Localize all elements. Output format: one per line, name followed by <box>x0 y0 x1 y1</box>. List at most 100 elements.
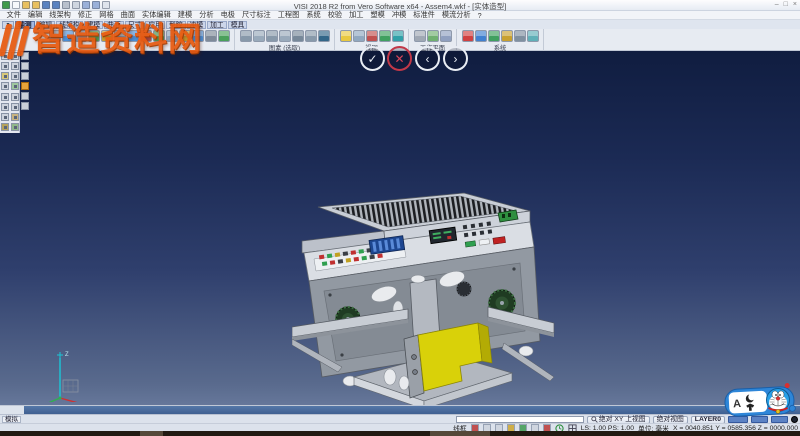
tab-surface[interactable]: 曲面 <box>104 21 124 29</box>
menu-item-surface[interactable]: 曲面 <box>117 10 138 20</box>
left-tool-icon[interactable] <box>11 72 19 80</box>
side-tab[interactable] <box>21 52 29 60</box>
ribbon-icon[interactable] <box>414 30 426 42</box>
menu-item-mould[interactable]: 塑模 <box>367 10 388 20</box>
tab-dropdown-button[interactable]: ▾ <box>2 21 14 29</box>
menu-item-mesh[interactable]: 网格 <box>96 10 117 20</box>
left-tool-icon[interactable] <box>1 52 9 60</box>
tab-axonometric[interactable]: 轴测 <box>15 21 35 29</box>
ribbon-icon[interactable] <box>353 30 365 42</box>
tab-modeling[interactable]: 建模 <box>84 21 104 29</box>
simulation-tab[interactable]: 模拟 <box>2 416 21 423</box>
left-tool-icon[interactable] <box>1 123 9 131</box>
left-tool-icon[interactable] <box>11 62 19 70</box>
ribbon-icon[interactable] <box>392 30 404 42</box>
tab-mold[interactable]: 模具 <box>228 21 248 29</box>
side-tab[interactable] <box>21 102 29 110</box>
viewport-3d[interactable]: Z A <box>0 51 800 405</box>
left-tool-icon[interactable] <box>11 93 19 101</box>
menu-item-electrode[interactable]: 电极 <box>217 10 238 20</box>
ribbon-icon[interactable] <box>366 30 378 42</box>
ribbon-icon[interactable] <box>192 30 204 42</box>
tab-cavity[interactable]: 型腔 <box>166 21 186 29</box>
menu-item-modify[interactable]: 修正 <box>74 10 95 20</box>
ribbon-icon[interactable] <box>88 30 100 42</box>
menu-item-drawing[interactable]: 工程图 <box>274 10 303 20</box>
ribbon-icon[interactable] <box>279 30 291 42</box>
ribbon-icon[interactable] <box>440 30 452 42</box>
menu-item-solid-edit[interactable]: 实体编辑 <box>139 10 175 20</box>
ribbon-icon[interactable] <box>462 30 474 42</box>
menu-item-progress[interactable]: 冲模 <box>388 10 409 20</box>
ribbon-icon[interactable] <box>514 30 526 42</box>
ribbon-icon[interactable] <box>266 30 278 42</box>
left-tool-icon[interactable] <box>1 113 9 121</box>
menu-item-file[interactable]: 文件 <box>3 10 24 20</box>
ribbon-icon[interactable] <box>292 30 304 42</box>
ribbon-icon[interactable] <box>427 30 439 42</box>
machine-model[interactable] <box>292 191 556 415</box>
left-tool-icon[interactable] <box>11 52 19 60</box>
ribbon-icon[interactable] <box>166 30 178 42</box>
left-tool-icon[interactable] <box>1 93 9 101</box>
ribbon-icon[interactable] <box>305 30 317 42</box>
menu-item-standard-parts[interactable]: 标准件 <box>410 10 439 20</box>
left-tool-icon[interactable] <box>11 123 19 131</box>
ime-doraemon-widget[interactable]: A <box>722 379 798 425</box>
menu-item-modeling[interactable]: 建模 <box>174 10 195 20</box>
menu-item-dimension[interactable]: 尺寸标注 <box>238 10 274 20</box>
left-tool-icon[interactable] <box>1 62 9 70</box>
menu-item-verify[interactable]: 校验 <box>324 10 345 20</box>
tab-dimension[interactable]: 尺寸 <box>125 21 145 29</box>
menu-item-flow-analysis[interactable]: 模流分析 <box>438 10 474 20</box>
menu-item-machining[interactable]: 加工 <box>346 10 367 20</box>
confirm-button[interactable]: ✓ <box>360 46 385 71</box>
tab-wireframe[interactable]: 线架构 <box>56 21 82 29</box>
ribbon-icon[interactable] <box>101 30 113 42</box>
menu-item-system[interactable]: 系统 <box>303 10 324 20</box>
side-tab-active[interactable] <box>21 82 29 90</box>
close-button[interactable]: × <box>793 1 797 8</box>
maximize-button[interactable]: □ <box>784 1 788 8</box>
left-tool-icon[interactable] <box>11 103 19 111</box>
ribbon-icon[interactable] <box>140 30 152 42</box>
ribbon-icon[interactable] <box>127 30 139 42</box>
ribbon-icon[interactable] <box>62 30 74 42</box>
side-tab[interactable] <box>21 72 29 80</box>
left-tool-icon[interactable] <box>1 103 9 111</box>
ribbon-icon[interactable] <box>475 30 487 42</box>
side-tab[interactable] <box>21 92 29 100</box>
side-tab[interactable] <box>21 62 29 70</box>
ribbon-icon[interactable] <box>488 30 500 42</box>
ribbon-icon[interactable] <box>114 30 126 42</box>
left-tool-icon[interactable] <box>11 82 19 90</box>
tab-application[interactable]: 应用 <box>145 21 165 29</box>
ribbon-icon[interactable] <box>340 30 352 42</box>
ribbon-icon[interactable] <box>240 30 252 42</box>
ribbon-icon[interactable] <box>253 30 265 42</box>
ribbon-icon[interactable] <box>205 30 217 42</box>
ribbon-icon[interactable] <box>49 30 61 42</box>
menu-item-analysis[interactable]: 分析 <box>196 10 217 20</box>
tab-edit[interactable]: 编辑 <box>36 21 56 29</box>
ribbon-icon[interactable] <box>501 30 513 42</box>
ribbon-icon[interactable] <box>153 30 165 42</box>
ribbon-icon[interactable] <box>75 30 87 42</box>
ribbon-icon[interactable] <box>179 30 191 42</box>
ribbon-icon[interactable] <box>527 30 539 42</box>
menu-item-wireframe[interactable]: 线架构 <box>46 10 75 20</box>
ribbon-icon[interactable] <box>218 30 230 42</box>
minimize-button[interactable]: – <box>775 1 779 8</box>
tab-die[interactable]: 冲模 <box>187 21 207 29</box>
left-tool-icon[interactable] <box>1 82 9 90</box>
previous-button[interactable]: ‹ <box>415 46 440 71</box>
next-button[interactable]: › <box>443 46 468 71</box>
left-tool-icon[interactable] <box>1 72 9 80</box>
left-tool-icon[interactable] <box>11 113 19 121</box>
ribbon-icon[interactable] <box>379 30 391 42</box>
tab-machining[interactable]: 加工 <box>207 21 227 29</box>
cancel-button[interactable]: ✕ <box>387 46 412 71</box>
status-search-input[interactable] <box>456 416 584 423</box>
ribbon-icon[interactable] <box>318 30 330 42</box>
menu-item-edit[interactable]: 编辑 <box>24 10 45 20</box>
